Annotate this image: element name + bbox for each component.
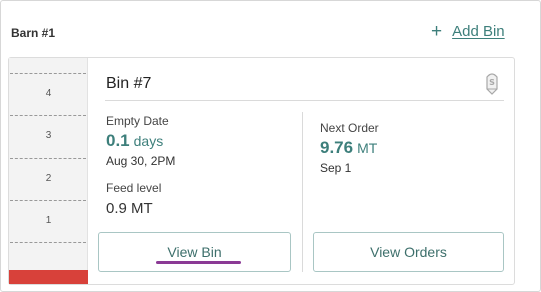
barn-name: Barn #1 — [11, 26, 56, 40]
add-bin-link[interactable]: + Add Bin — [431, 20, 505, 42]
gauge-level-label: 3 — [45, 130, 52, 141]
gauge-tick — [10, 158, 86, 159]
feed-level-value: 0.9 MT — [106, 200, 153, 217]
empty-date-value: 0.1 days — [106, 131, 163, 151]
gauge-tick — [10, 242, 86, 243]
next-order-value: 9.76 MT — [320, 138, 377, 158]
plus-icon: + — [431, 20, 443, 42]
feed-level-label: Feed level — [106, 181, 162, 195]
next-order-label: Next Order — [320, 121, 379, 135]
gauge-tick — [10, 200, 86, 201]
view-orders-button[interactable]: View Orders — [313, 232, 504, 272]
empty-date-number: 0.1 — [106, 131, 130, 150]
bin-title: Bin #7 — [106, 75, 152, 92]
add-bin-label: Add Bin — [452, 22, 505, 40]
bin-card: 4 3 2 1 Bin #7 S Empty Date 0.1 days Aug … — [8, 57, 515, 285]
next-order-unit: MT — [357, 140, 378, 156]
empty-date-label: Empty Date — [106, 114, 169, 128]
bin-level-gauge: 4 3 2 1 — [9, 58, 88, 284]
next-order-date: Sep 1 — [320, 161, 352, 175]
empty-date-unit: days — [133, 133, 164, 149]
empty-date-date: Aug 30, 2PM — [106, 154, 176, 168]
column-divider — [302, 112, 303, 272]
view-bin-button[interactable]: View Bin — [98, 232, 291, 272]
focus-underline — [156, 261, 241, 264]
svg-text:S: S — [489, 78, 495, 87]
next-order-number: 9.76 — [320, 138, 354, 157]
gauge-fill — [9, 270, 88, 284]
gauge-level-label: 4 — [45, 88, 52, 99]
gauge-tick — [10, 73, 86, 74]
gauge-tick — [10, 115, 86, 116]
title-divider — [105, 100, 504, 101]
gauge-level-label: 1 — [45, 215, 52, 226]
gauge-level-label: 2 — [45, 173, 52, 184]
barn-panel: Barn #1 + Add Bin 4 3 2 1 Bin #7 S Empty… — [0, 0, 541, 292]
feed-bin-icon: S — [486, 73, 498, 95]
